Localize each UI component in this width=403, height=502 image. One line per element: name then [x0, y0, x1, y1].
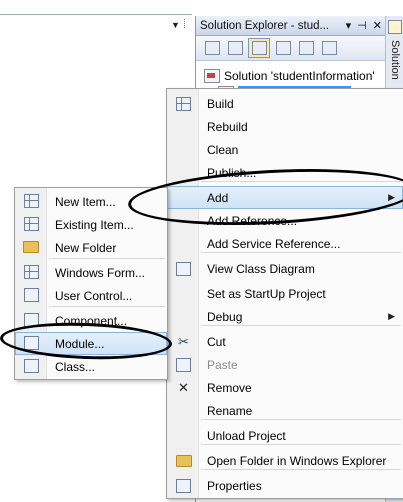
submenu-item-label: Module... [55, 336, 105, 351]
submenu-item-component[interactable]: Component... [15, 309, 167, 332]
add-submenu: New Item... Existing Item... New Folder Win… [14, 187, 168, 380]
menu-separator [201, 252, 401, 253]
build-icon [175, 95, 192, 112]
menu-item-build[interactable]: Build [167, 92, 403, 115]
menu-separator [201, 325, 401, 326]
menu-item-cut[interactable]: ✂ Cut [167, 330, 403, 353]
submenu-arrow-icon: ▶ [388, 311, 395, 321]
menu-item-add[interactable]: Add ▶ [167, 186, 403, 209]
menu-separator [49, 258, 165, 259]
menu-item-label: Cut [207, 334, 226, 349]
menu-item-label: Rename [207, 403, 253, 418]
submenu-item-label: Class... [55, 359, 96, 374]
tree-node-solution[interactable]: Solution 'studentInformation' [204, 67, 386, 84]
menu-item-set-as-startup-project[interactable]: Set as StartUp Project [167, 282, 403, 305]
menu-item-label: Open Folder in Windows Explorer [207, 453, 387, 468]
window-position-icon[interactable]: ▾ [346, 19, 352, 32]
view-code-button[interactable] [273, 39, 293, 57]
new-folder-icon [23, 239, 39, 255]
submenu-item-existing-item[interactable]: Existing Item... [15, 213, 167, 236]
menu-separator [201, 181, 401, 182]
project-context-menu: Build Rebuild Clean Publish... Add ▶ Add Refer… [166, 88, 403, 499]
menu-item-label: Add [207, 190, 229, 205]
menu-item-label: Build [207, 96, 234, 111]
menu-item-clean[interactable]: Clean [167, 138, 403, 161]
menu-item-label: Set as StartUp Project [207, 286, 326, 301]
document-dropdown-icon[interactable]: ▼ [171, 20, 180, 30]
class-diagram-icon [321, 41, 337, 55]
solution-icon [204, 68, 220, 83]
submenu-item-user-control[interactable]: User Control... [15, 284, 167, 307]
menu-item-label: Remove [207, 380, 252, 395]
submenu-item-new-folder[interactable]: New Folder [15, 236, 167, 259]
menu-item-label: Add Service Reference... [207, 236, 341, 251]
refresh-button[interactable] [248, 38, 270, 58]
menu-item-label: Unload Project [207, 428, 286, 443]
menu-item-label: Rebuild [207, 119, 248, 134]
menu-item-add-reference[interactable]: Add Reference... [167, 209, 403, 232]
properties-toolbar-button[interactable] [202, 39, 222, 57]
view-designer-icon [298, 41, 314, 55]
menu-item-view-class-diagram[interactable]: View Class Diagram [167, 257, 403, 280]
solution-explorer-title-bar: Solution Explorer - stud... ▾ ⊣ ✕ [196, 16, 386, 36]
menu-item-paste[interactable]: Paste [167, 353, 403, 376]
view-class-diagram-button[interactable] [319, 39, 339, 57]
scissors-icon: ✂ [178, 333, 189, 349]
user-control-icon [23, 287, 39, 303]
submenu-item-label: New Folder [55, 240, 117, 255]
component-icon [23, 312, 39, 328]
menu-item-label: Clean [207, 142, 239, 157]
submenu-item-label: User Control... [55, 288, 133, 303]
menu-item-remove[interactable]: ✕ Remove [167, 376, 403, 399]
solution-explorer-dock-icon[interactable] [388, 20, 402, 34]
menu-item-rebuild[interactable]: Rebuild [167, 115, 403, 138]
submenu-item-module[interactable]: Module... [15, 332, 167, 355]
properties-icon [175, 477, 192, 494]
submenu-item-class[interactable]: Class... [15, 355, 167, 378]
class-diagram-icon [175, 260, 192, 277]
submenu-item-label: Component... [55, 313, 128, 328]
menu-item-label: Properties [207, 478, 262, 493]
menu-separator [201, 469, 401, 470]
auto-hide-pin-icon[interactable]: ⊣ [357, 19, 367, 32]
solution-explorer-title: Solution Explorer - stud... [200, 19, 330, 32]
view-designer-button[interactable] [296, 39, 316, 57]
menu-item-label: Debug [207, 309, 243, 324]
solution-explorer-toolbar [196, 36, 386, 61]
properties-icon [204, 41, 220, 55]
show-all-files-button[interactable] [225, 39, 245, 57]
menu-item-properties[interactable]: Properties [167, 474, 403, 497]
submenu-item-windows-form[interactable]: Windows Form... [15, 261, 167, 284]
document-tab-strip [0, 14, 192, 15]
menu-item-label: Add Reference... [207, 213, 298, 228]
submenu-item-new-item[interactable]: New Item... [15, 190, 167, 213]
menu-item-label: Publish... [207, 165, 257, 180]
menu-item-label: Paste [207, 357, 238, 372]
submenu-item-label: New Item... [55, 194, 116, 209]
open-folder-icon [175, 452, 192, 469]
menu-item-label: View Class Diagram [207, 261, 315, 276]
refresh-icon [251, 41, 267, 55]
new-item-icon [23, 193, 39, 209]
remove-x-icon: ✕ [178, 379, 189, 395]
submenu-arrow-icon: ▶ [388, 192, 395, 202]
submenu-item-label: Windows Form... [55, 265, 146, 280]
existing-item-icon [23, 216, 39, 232]
splitter-grip[interactable] [184, 19, 187, 28]
submenu-item-label: Existing Item... [55, 217, 134, 232]
menu-separator [201, 419, 401, 420]
windows-form-icon [23, 264, 39, 280]
tree-node-label: Solution 'studentInformation' [224, 68, 375, 83]
close-icon[interactable]: ✕ [373, 19, 382, 32]
dock-tab-label[interactable]: Solution [389, 40, 401, 80]
paste-icon [175, 356, 192, 373]
module-icon [23, 335, 39, 351]
view-code-icon [275, 41, 291, 55]
show-all-files-icon [227, 41, 243, 55]
class-icon [23, 358, 39, 374]
menu-separator [49, 306, 165, 307]
menu-separator [201, 444, 401, 445]
